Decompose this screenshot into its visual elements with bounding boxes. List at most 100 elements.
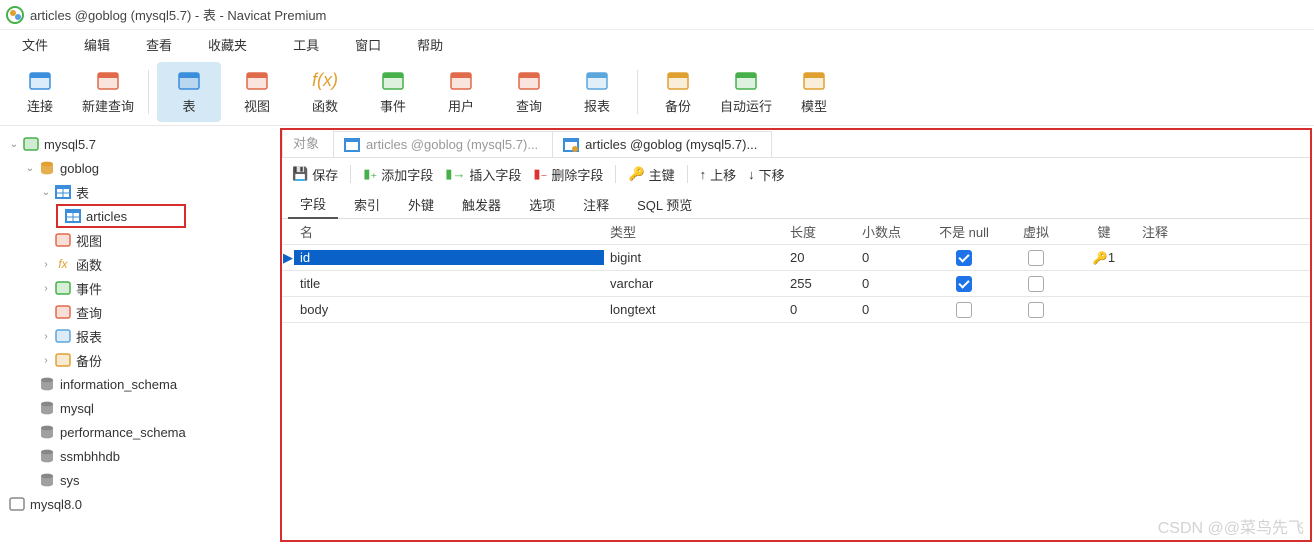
cell-type[interactable]: bigint (604, 250, 784, 265)
checkbox[interactable] (1028, 250, 1044, 266)
label: 保存 (312, 165, 338, 184)
menu-item[interactable]: 文件 (10, 31, 60, 58)
col-notnull[interactable]: 不是 null (928, 222, 1000, 241)
tree-table-item[interactable]: articles (56, 204, 186, 228)
add-field-button[interactable]: ▮₊添加字段 (359, 163, 437, 186)
function-icon: f(x) (311, 69, 339, 93)
designer-subtab[interactable]: 索引 (342, 191, 392, 218)
grid-row[interactable]: bodylongtext00 (282, 297, 1310, 323)
tree-database[interactable]: ⌄ goblog (4, 156, 276, 180)
primary-key-button[interactable]: 🔑主键 (624, 163, 678, 186)
menu-item[interactable]: 查看 (134, 31, 184, 58)
tree-item[interactable]: ›报表 (4, 324, 276, 348)
col-type[interactable]: 类型 (604, 222, 784, 241)
save-button[interactable]: 💾保存 (288, 163, 342, 186)
add-field-icon: ▮₊ (363, 166, 377, 182)
designer-subtab[interactable]: 触发器 (450, 191, 513, 218)
content-tab[interactable]: articles @goblog (mysql5.7)... (333, 131, 553, 157)
tree-connection[interactable]: ⌄ mysql5.7 (4, 132, 276, 156)
content-tab[interactable]: 对象 (282, 128, 334, 157)
cell-notnull[interactable] (928, 301, 1000, 318)
tree-item[interactable]: ›备份 (4, 348, 276, 372)
grid-row[interactable]: titlevarchar2550 (282, 271, 1310, 297)
col-decimals[interactable]: 小数点 (856, 222, 928, 241)
menu-item[interactable]: 编辑 (72, 31, 122, 58)
tree-item[interactable]: 视图 (4, 228, 276, 252)
cell-type[interactable]: varchar (604, 276, 784, 291)
checkbox[interactable] (1028, 302, 1044, 318)
database-icon (38, 377, 56, 391)
designer-subtab[interactable]: 注释 (571, 191, 621, 218)
cell-decimals[interactable]: 0 (856, 276, 928, 291)
toolbar-model-button[interactable]: 模型 (782, 62, 846, 122)
toolbar-table-button[interactable]: 表 (157, 62, 221, 122)
col-virtual[interactable]: 虚拟 (1000, 222, 1072, 241)
checkbox[interactable] (956, 302, 972, 318)
col-name[interactable]: 名 (294, 222, 604, 241)
tree-label: information_schema (60, 377, 177, 392)
toolbar-connect-button[interactable]: 连接 (8, 62, 72, 122)
tree-database[interactable]: information_schema (4, 372, 276, 396)
tree-connection[interactable]: mysql8.0 (4, 492, 276, 516)
tree-item[interactable]: 查询 (4, 300, 276, 324)
toolbar-view-button[interactable]: 视图 (225, 62, 289, 122)
label: 上移 (710, 165, 736, 184)
menu-item[interactable]: 窗口 (343, 31, 393, 58)
delete-field-icon: ▮₋ (533, 166, 547, 182)
insert-field-button[interactable]: ▮→插入字段 (441, 163, 525, 186)
col-length[interactable]: 长度 (784, 222, 856, 241)
designer-subtab[interactable]: SQL 预览 (625, 191, 704, 218)
move-up-button[interactable]: ↑上移 (696, 163, 741, 186)
tree-database[interactable]: sys (4, 468, 276, 492)
cell-key[interactable]: 🔑1 (1072, 250, 1136, 265)
toolbar-user-button[interactable]: 用户 (429, 62, 493, 122)
query-icon (54, 305, 72, 319)
toolbar-autorun-button[interactable]: 自动运行 (714, 62, 778, 122)
toolbar-report-button[interactable]: 报表 (565, 62, 629, 122)
cell-notnull[interactable] (928, 249, 1000, 266)
tree-item[interactable]: ›事件 (4, 276, 276, 300)
delete-field-button[interactable]: ▮₋删除字段 (529, 163, 607, 186)
cell-name[interactable]: title (294, 276, 604, 291)
cell-length[interactable]: 0 (784, 302, 856, 317)
menu-item[interactable]: 帮助 (405, 31, 455, 58)
cell-notnull[interactable] (928, 275, 1000, 292)
cell-length[interactable]: 20 (784, 250, 856, 265)
cell-virtual[interactable] (1000, 275, 1072, 292)
content-tab[interactable]: articles @goblog (mysql5.7)... (552, 131, 772, 157)
separator (615, 165, 616, 183)
cell-decimals[interactable]: 0 (856, 302, 928, 317)
designer-subtab[interactable]: 选项 (517, 191, 567, 218)
menu-item[interactable]: 收藏夹 (196, 31, 259, 58)
cell-virtual[interactable] (1000, 249, 1072, 266)
tree-database[interactable]: mysql (4, 396, 276, 420)
cell-name[interactable]: body (294, 302, 604, 317)
grid-row[interactable]: ▶idbigint200🔑1 (282, 245, 1310, 271)
tree-item[interactable]: ›fx函数 (4, 252, 276, 276)
chevron-down-icon: ⌄ (24, 163, 36, 174)
cell-type[interactable]: longtext (604, 302, 784, 317)
cell-virtual[interactable] (1000, 301, 1072, 318)
tree-tables-folder[interactable]: ⌄ 表 (4, 180, 276, 204)
col-key[interactable]: 键 (1072, 222, 1136, 241)
designer-subtab[interactable]: 字段 (288, 190, 338, 219)
checkbox[interactable] (1028, 276, 1044, 292)
toolbar-event-button[interactable]: 事件 (361, 62, 425, 122)
toolbar-backup-button[interactable]: 备份 (646, 62, 710, 122)
label: 添加字段 (381, 165, 433, 184)
toolbar-function-button[interactable]: f(x)函数 (293, 62, 357, 122)
cell-name[interactable]: id (294, 250, 604, 265)
toolbar-query-button[interactable]: 查询 (497, 62, 561, 122)
designer-actions: 💾保存 ▮₊添加字段 ▮→插入字段 ▮₋删除字段 🔑主键 ↑上移 ↓下移 (282, 158, 1310, 190)
cell-length[interactable]: 255 (784, 276, 856, 291)
menu-item[interactable]: 工具 (281, 31, 331, 58)
cell-decimals[interactable]: 0 (856, 250, 928, 265)
toolbar-new-query-button[interactable]: 新建查询 (76, 62, 140, 122)
checkbox[interactable] (956, 250, 972, 266)
tree-database[interactable]: performance_schema (4, 420, 276, 444)
move-down-button[interactable]: ↓下移 (744, 163, 789, 186)
col-comment[interactable]: 注释 (1136, 222, 1310, 241)
checkbox[interactable] (956, 276, 972, 292)
tree-database[interactable]: ssmbhhdb (4, 444, 276, 468)
designer-subtab[interactable]: 外键 (396, 191, 446, 218)
